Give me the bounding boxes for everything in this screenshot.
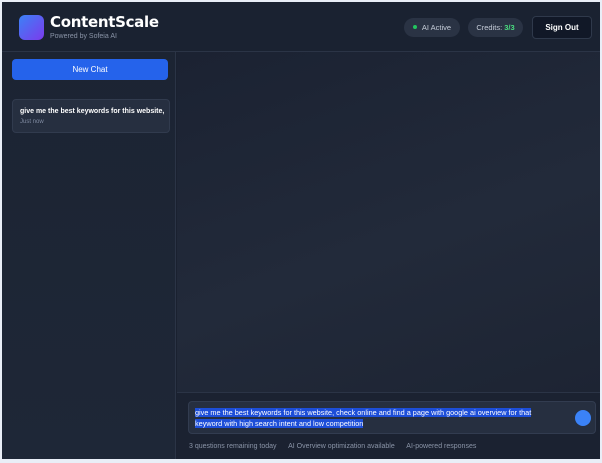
sidebar: New Chat give me the best keywords for t… [2,52,176,459]
new-chat-button[interactable]: New Chat [12,59,168,80]
chat-item-time: Just now [20,119,44,125]
credits-label: Credits: [476,23,503,32]
chat-history-item[interactable]: give me the best keywords for this websi… [12,99,170,133]
send-icon[interactable] [575,410,591,426]
composer: give me the best keywords for this websi… [177,392,600,459]
app-window: ContentScale Powered by Sofeia AI AI Act… [2,2,600,459]
brand-title: ContentScale [50,13,159,31]
brand-subtitle: Powered by Sofeia AI [50,33,117,40]
sign-out-button[interactable]: Sign Out [532,16,592,39]
credits-badge: Credits: 3/3 [468,18,523,37]
ai-powered-text: AI-powered responses [406,443,477,450]
message-input[interactable]: give me the best keywords for this websi… [188,401,596,434]
status-dot-icon [412,25,417,29]
logo-icon [19,15,44,40]
chat-messages-area [177,52,600,392]
questions-remaining-text: 3 questions remaining today [189,443,277,450]
app-header: ContentScale Powered by Sofeia AI AI Act… [2,2,600,52]
composer-footer: 3 questions remaining today AI Overview … [189,442,486,451]
ai-overview-text: AI Overview optimization available [288,443,395,450]
chat-item-title: give me the best keywords for this websi… [20,108,165,115]
ai-status-badge: AI Active [404,18,460,37]
credits-value: 3/3 [504,23,515,32]
ai-status-label: AI Active [421,23,452,32]
message-input-text[interactable]: give me the best keywords for this websi… [195,407,555,429]
message-input-value: give me the best keywords for this websi… [195,408,532,428]
